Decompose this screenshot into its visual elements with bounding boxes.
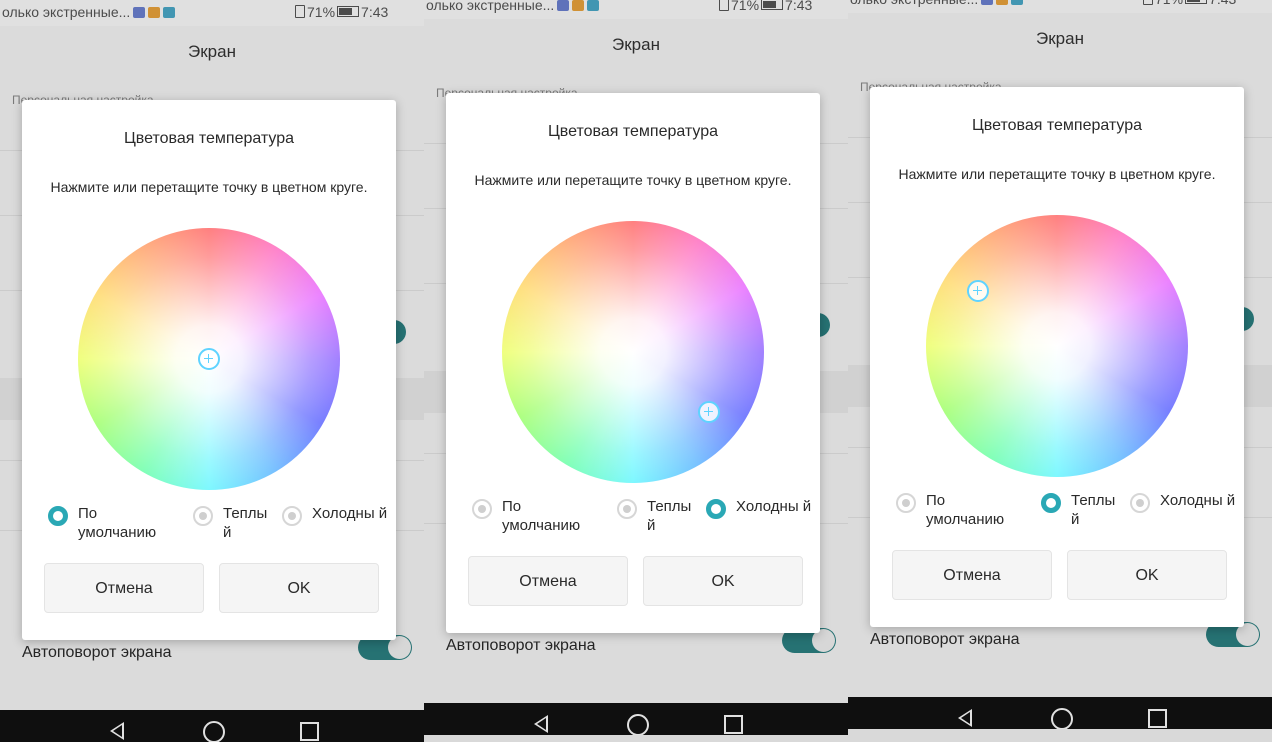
ok-button[interactable]: OK bbox=[219, 563, 379, 613]
dialog-title: Цветовая температура bbox=[547, 123, 719, 140]
back-triangle-icon[interactable] bbox=[110, 722, 124, 740]
radio-icon[interactable] bbox=[472, 499, 492, 519]
color-temperature-dialog: Цветовая температура Нажмите или перетащ… bbox=[446, 93, 820, 633]
color-wheel[interactable] bbox=[502, 221, 764, 483]
radio-icon[interactable] bbox=[617, 499, 637, 519]
screenshot-collage: олько экстренные... 71%7:43 Экран Персон… bbox=[0, 0, 1272, 742]
back-triangle-icon[interactable] bbox=[958, 709, 972, 727]
radio-icon[interactable] bbox=[193, 506, 213, 526]
phone-screen-1: олько экстренные... 71%7:43 Экран Персон… bbox=[0, 0, 424, 742]
radio-icon[interactable] bbox=[1041, 493, 1061, 513]
cancel-button[interactable]: Отмена bbox=[44, 563, 204, 613]
recent-square-icon[interactable] bbox=[1148, 709, 1167, 728]
option-label: Холодны й bbox=[312, 505, 388, 522]
option-label: Теплы й bbox=[223, 505, 268, 541]
home-circle-icon[interactable] bbox=[627, 714, 649, 735]
dialog-description: Нажмите или перетащите точку в цветном к… bbox=[898, 166, 1216, 182]
cancel-button[interactable]: Отмена bbox=[892, 550, 1052, 600]
option-label: Теплы й bbox=[1071, 492, 1116, 528]
color-marker-icon[interactable] bbox=[697, 401, 720, 424]
dialog-description: Нажмите или перетащите точку в цветном к… bbox=[474, 172, 792, 188]
back-triangle-icon[interactable] bbox=[534, 715, 548, 733]
phone-screen-3: олько экстренные... 71%7:43 Экран Персон… bbox=[848, 0, 1272, 729]
dialog-title: Цветовая температура bbox=[971, 117, 1143, 134]
radio-icon[interactable] bbox=[706, 499, 726, 519]
option-label: Холодны й bbox=[1160, 492, 1236, 509]
option-label: По умолчанию bbox=[926, 492, 1005, 528]
option-label: По умолчанию bbox=[78, 505, 157, 541]
color-temperature-dialog: Цветовая температура Нажмите или перетащ… bbox=[22, 100, 396, 640]
option-label: Теплы й bbox=[647, 498, 692, 534]
color-wheel[interactable] bbox=[926, 215, 1188, 477]
color-wheel[interactable] bbox=[78, 228, 340, 490]
navigation-bar bbox=[424, 703, 848, 735]
color-temperature-dialog: Цветовая температура Нажмите или перетащ… bbox=[870, 87, 1244, 627]
radio-icon[interactable] bbox=[48, 506, 68, 526]
navigation-bar bbox=[0, 710, 424, 742]
home-circle-icon[interactable] bbox=[1051, 708, 1073, 729]
color-marker-icon[interactable] bbox=[967, 279, 990, 302]
recent-square-icon[interactable] bbox=[300, 722, 319, 741]
radio-icon[interactable] bbox=[896, 493, 916, 513]
option-label: Холодны й bbox=[736, 498, 812, 515]
cancel-button[interactable]: Отмена bbox=[468, 556, 628, 606]
dialog-title: Цветовая температура bbox=[123, 130, 295, 147]
home-circle-icon[interactable] bbox=[203, 721, 225, 742]
navigation-bar bbox=[848, 697, 1272, 729]
phone-screen-2: олько экстренные... 71%7:43 Экран Персон… bbox=[424, 0, 848, 735]
ok-button[interactable]: OK bbox=[1067, 550, 1227, 600]
ok-button[interactable]: OK bbox=[643, 556, 803, 606]
dialog-description: Нажмите или перетащите точку в цветном к… bbox=[50, 179, 368, 195]
recent-square-icon[interactable] bbox=[724, 715, 743, 734]
option-label: По умолчанию bbox=[502, 498, 581, 534]
radio-icon[interactable] bbox=[1130, 493, 1150, 513]
color-marker-icon[interactable] bbox=[198, 348, 220, 370]
radio-icon[interactable] bbox=[282, 506, 302, 526]
